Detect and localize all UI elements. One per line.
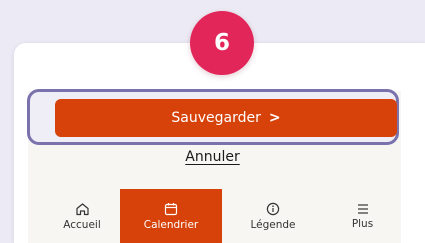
save-button-label: Sauvegarder xyxy=(171,110,261,126)
nav-item-label: Calendrier xyxy=(143,218,199,231)
nav-item-label: Plus xyxy=(351,217,374,230)
nav-item-legende[interactable]: Légende xyxy=(222,189,324,243)
menu-icon xyxy=(356,203,370,215)
nav-item-plus[interactable]: Plus xyxy=(324,189,401,243)
save-button[interactable]: Sauvegarder > xyxy=(55,99,397,137)
calendar-icon xyxy=(164,202,178,216)
bottom-nav: Accueil Calendrier Légende Plus xyxy=(44,189,401,243)
step-number: 6 xyxy=(213,30,230,56)
info-icon xyxy=(266,202,280,216)
step-badge: 6 xyxy=(190,11,254,75)
nav-item-calendrier[interactable]: Calendrier xyxy=(120,189,222,243)
cancel-link[interactable]: Annuler xyxy=(0,149,425,165)
tutorial-stage: 6 Sauvegarder > Annuler Accueil Calendri… xyxy=(0,0,425,243)
nav-item-label: Légende xyxy=(250,218,296,231)
home-icon xyxy=(75,202,90,216)
nav-item-accueil[interactable]: Accueil xyxy=(44,189,120,243)
nav-item-label: Accueil xyxy=(63,218,101,231)
chevron-right-icon: > xyxy=(268,110,281,126)
